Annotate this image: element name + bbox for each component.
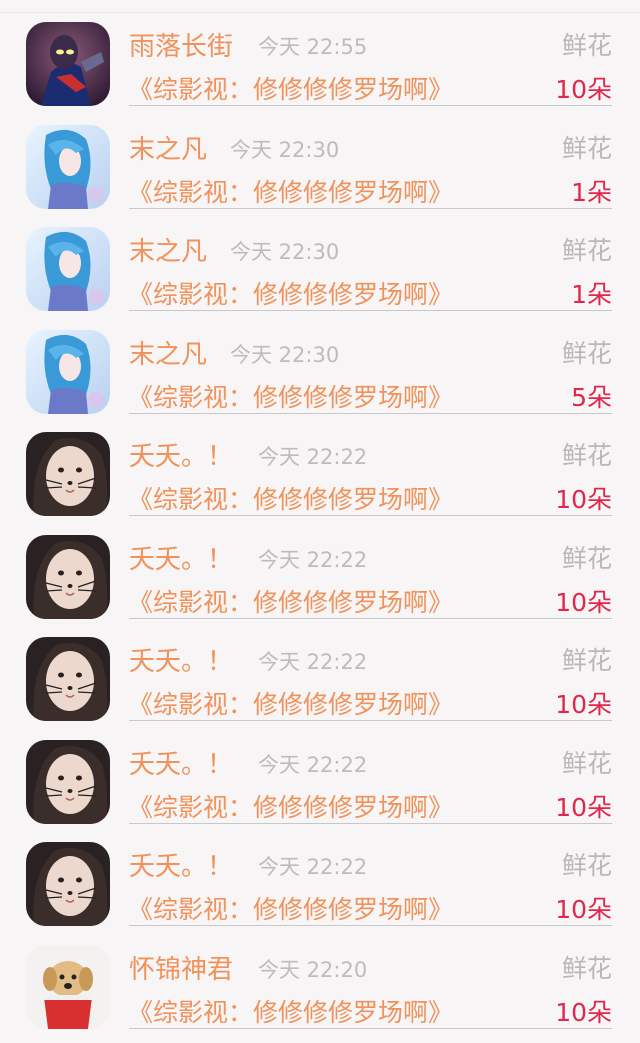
gift-type-label: 鲜花 (561, 543, 612, 573)
gift-type-label: 鲜花 (561, 646, 612, 675)
gift-count: 10朵 (555, 485, 612, 514)
gift-type-label: 鲜花 (561, 441, 612, 470)
gift-time: 今天 22:22 (258, 445, 368, 469)
girl-cat-whiskers-avatar[interactable] (26, 534, 110, 619)
book-title-link[interactable]: 《综影视：修修修修罗场啊》 (128, 70, 453, 106)
gift-record-row[interactable]: 末之凡 今天 22:30 鲜花 《综影视：修修修修罗场啊》 5朵 (0, 320, 640, 423)
gift-record-row[interactable]: 夭夭。！ 今天 22:22 鲜花 《综影视：修修修修罗场啊》 10朵 (0, 525, 640, 628)
anime-girl-blue-avatar[interactable] (26, 329, 110, 414)
row-divider (129, 515, 612, 516)
book-title-link[interactable]: 《综影视：修修修修罗场啊》 (128, 583, 453, 619)
gift-count: 10朵 (555, 75, 612, 104)
gift-record-row[interactable]: 夭夭。！ 今天 22:22 鲜花 《综影视：修修修修罗场啊》 10朵 (0, 627, 640, 730)
sender-name[interactable]: 夭夭。！ (129, 539, 233, 576)
gift-time: 今天 22:30 (230, 342, 340, 367)
gift-record-row[interactable]: 怀锦神君 今天 22:20 鲜花 《综影视：修修修修罗场啊》 10朵 (0, 935, 640, 1038)
gift-record-row[interactable]: 夭夭。！ 今天 22:22 鲜花 《综影视：修修修修罗场啊》 10朵 (0, 422, 640, 525)
gift-time: 今天 22:22 (258, 650, 368, 674)
book-title-link[interactable]: 《综影视：修修修修罗场啊》 (128, 788, 453, 824)
gift-time: 今天 22:30 (230, 137, 340, 162)
sender-name[interactable]: 末之凡 (129, 231, 207, 268)
gift-type-label: 鲜花 (561, 748, 612, 778)
gift-type-label: 鲜花 (561, 31, 612, 60)
sender-name[interactable]: 夭夭。！ (129, 744, 233, 781)
gift-type-label: 鲜花 (561, 133, 612, 163)
row-divider (129, 412, 612, 414)
gift-type-label: 鲜花 (561, 338, 612, 368)
row-divider (129, 720, 612, 721)
gift-type-label: 鲜花 (561, 953, 612, 983)
gift-record-row[interactable]: 夭夭。！ 今天 22:22 鲜花 《综影视：修修修修罗场啊》 10朵 (0, 832, 640, 935)
book-title-link[interactable]: 《综影视：修修修修罗场啊》 (128, 378, 453, 414)
gift-count: 10朵 (555, 587, 612, 617)
sender-name[interactable]: 夭夭。！ (129, 436, 233, 473)
gift-type-label: 鲜花 (561, 851, 612, 880)
gift-time: 今天 22:22 (258, 547, 368, 572)
girl-cat-whiskers-avatar[interactable] (26, 432, 110, 516)
gift-record-row[interactable]: 夭夭。！ 今天 22:22 鲜花 《综影视：修修修修罗场啊》 10朵 (0, 730, 640, 833)
book-title-link[interactable]: 《综影视：修修修修罗场啊》 (128, 685, 453, 721)
book-title-link[interactable]: 《综影视：修修修修罗场啊》 (128, 173, 453, 209)
row-divider (129, 822, 612, 824)
gift-time: 今天 22:22 (258, 855, 368, 879)
sender-name[interactable]: 雨落长街 (129, 26, 233, 63)
sender-name[interactable]: 末之凡 (129, 129, 207, 166)
gift-time: 今天 22:22 (258, 752, 368, 777)
girl-cat-whiskers-avatar[interactable] (26, 637, 110, 721)
gift-record-row[interactable]: 雨落长街 今天 22:55 鲜花 《综影视：修修修修罗场啊》 10朵 (0, 12, 640, 115)
gift-record-row[interactable]: 末之凡 今天 22:30 鲜花 《综影视：修修修修罗场啊》 1朵 (0, 217, 640, 320)
gift-time: 今天 22:30 (230, 240, 340, 264)
row-divider (129, 105, 612, 106)
sender-name[interactable]: 夭夭。！ (129, 641, 233, 678)
row-divider (129, 310, 612, 311)
anime-girl-blue-avatar[interactable] (26, 124, 110, 209)
gift-record-row[interactable]: 末之凡 今天 22:30 鲜花 《综影视：修修修修罗场啊》 1朵 (0, 115, 640, 218)
gift-count: 1朵 (571, 177, 612, 207)
row-divider (129, 925, 612, 926)
girl-cat-whiskers-avatar[interactable] (26, 739, 110, 824)
row-divider (129, 207, 612, 209)
book-title-link[interactable]: 《综影视：修修修修罗场啊》 (128, 890, 453, 926)
gift-count: 5朵 (571, 382, 612, 412)
ultraman-avatar[interactable] (26, 22, 110, 106)
row-divider (129, 617, 612, 619)
sender-name[interactable]: 末之凡 (129, 334, 207, 371)
girl-cat-whiskers-avatar[interactable] (26, 842, 110, 926)
sender-name[interactable]: 怀锦神君 (129, 949, 233, 986)
book-title-link[interactable]: 《综影视：修修修修罗场啊》 (128, 993, 453, 1029)
book-title-link[interactable]: 《综影视：修修修修罗场啊》 (128, 275, 453, 311)
gift-count: 10朵 (555, 895, 612, 924)
row-divider (129, 1027, 612, 1029)
gift-count: 10朵 (555, 690, 612, 719)
puppy-in-cup-avatar[interactable] (26, 944, 110, 1029)
anime-girl-blue-avatar[interactable] (26, 227, 110, 311)
gift-time: 今天 22:20 (258, 957, 368, 982)
gift-count: 1朵 (571, 280, 612, 309)
gift-count: 10朵 (555, 792, 612, 822)
gift-time: 今天 22:55 (258, 35, 368, 59)
gift-count: 10朵 (555, 997, 612, 1027)
gift-type-label: 鲜花 (561, 236, 612, 265)
book-title-link[interactable]: 《综影视：修修修修罗场啊》 (128, 480, 453, 516)
sender-name[interactable]: 夭夭。！ (129, 846, 233, 883)
gift-record-list[interactable]: 雨落长街 今天 22:55 鲜花 《综影视：修修修修罗场啊》 10朵 末之凡 今… (0, 12, 640, 1037)
